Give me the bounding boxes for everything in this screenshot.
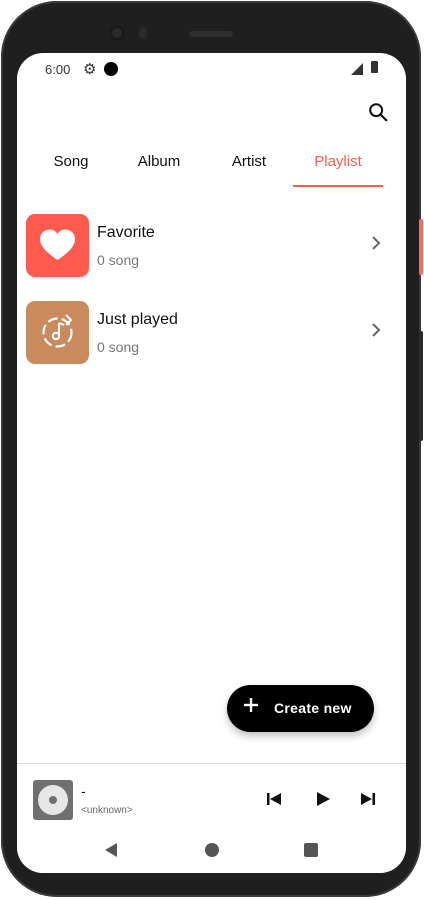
now-playing-artist: <unknown> xyxy=(81,805,133,816)
app-screen: 6:00 ⚙ Song Album Artist Playlist Favori… xyxy=(17,53,406,873)
heart-icon xyxy=(40,229,75,260)
play-icon[interactable] xyxy=(315,791,331,807)
mini-player[interactable]: - <unknown> xyxy=(17,764,406,828)
front-camera xyxy=(109,25,125,41)
status-time: 6:00 xyxy=(45,62,71,77)
status-bar: 6:00 ⚙ xyxy=(17,53,406,87)
create-new-button[interactable]: Create new xyxy=(227,685,374,732)
playlist-count: 0 song xyxy=(97,339,140,355)
album-art xyxy=(33,780,73,820)
volume-button xyxy=(419,331,423,441)
gear-icon: ⚙ xyxy=(83,61,97,78)
favorite-thumb xyxy=(26,214,89,277)
tab-bar: Song Album Artist Playlist xyxy=(17,145,406,189)
earpiece-speaker xyxy=(189,31,233,37)
next-icon[interactable] xyxy=(360,791,376,807)
create-new-label: Create new xyxy=(274,700,352,716)
tab-album[interactable]: Album xyxy=(128,145,190,185)
playlist-title: Just played xyxy=(97,311,178,328)
power-button xyxy=(419,219,423,275)
plus-icon xyxy=(244,698,258,712)
just-played-thumb xyxy=(26,301,89,364)
chevron-right-icon xyxy=(372,236,381,250)
system-nav-bar xyxy=(17,828,406,873)
playlist-title: Favorite xyxy=(97,224,155,241)
now-playing-title: - xyxy=(81,783,86,799)
playlist-count: 0 song xyxy=(97,252,140,268)
proximity-sensor xyxy=(139,27,147,39)
recents-icon[interactable] xyxy=(302,841,320,859)
playlist-item-favorite[interactable]: Favorite 0 song xyxy=(17,214,406,288)
tab-playlist[interactable]: Playlist xyxy=(305,145,371,185)
tab-indicator xyxy=(293,185,383,187)
music-history-icon xyxy=(42,314,73,348)
signal-icon xyxy=(351,63,363,75)
phone-frame: 6:00 ⚙ Song Album Artist Playlist Favori… xyxy=(1,1,423,897)
camera-cutout xyxy=(104,62,118,76)
disc-center xyxy=(49,796,57,804)
back-icon[interactable] xyxy=(102,841,120,859)
chevron-right-icon xyxy=(372,323,381,337)
tab-artist[interactable]: Artist xyxy=(221,145,277,185)
search-icon[interactable] xyxy=(367,101,389,123)
tab-song[interactable]: Song xyxy=(41,145,101,185)
playlist-item-just-played[interactable]: Just played 0 song xyxy=(17,301,406,375)
previous-icon[interactable] xyxy=(266,791,282,807)
battery-icon xyxy=(371,61,378,73)
home-icon[interactable] xyxy=(203,841,221,859)
